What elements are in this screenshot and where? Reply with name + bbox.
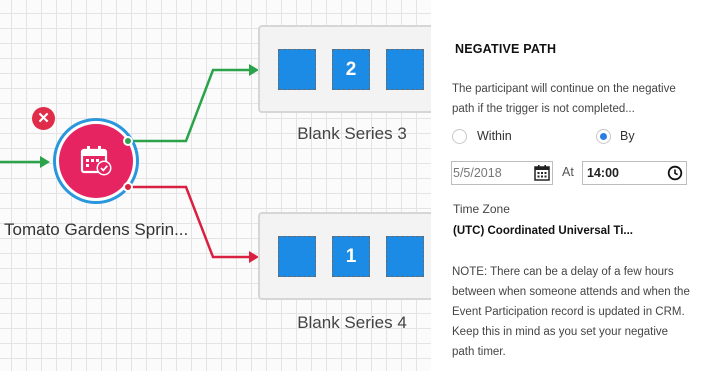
series-tile[interactable] [278,49,316,90]
series-tile[interactable] [386,236,424,277]
time-value: 14:00 [587,166,619,180]
series-tile-badge[interactable]: 1 [332,236,370,277]
time-input[interactable]: 14:00 [582,161,687,185]
positive-output-port[interactable] [123,136,133,146]
series-tile-badge[interactable]: 2 [332,49,370,90]
date-value: 5/5/2018 [453,166,502,180]
series-card-blank-series-4[interactable]: 1 [258,212,431,300]
close-icon: ✕ [37,110,50,127]
delay-note: NOTE: There can be a delay of a few hour… [452,266,690,358]
series-label: Blank Series 3 [297,124,407,143]
timezone-label: Time Zone [453,202,510,216]
panel-title: NEGATIVE PATH [455,42,557,56]
by-radio[interactable] [596,129,611,144]
by-radio-label[interactable]: By [620,129,635,143]
timezone-value[interactable]: (UTC) Coordinated Universal Ti... [453,225,633,237]
incoming-arrowhead [40,156,50,168]
panel-description: The participant will continue on the neg… [452,83,676,115]
calendar-check-icon [80,146,112,176]
calendar-icon[interactable] [533,164,551,182]
series-label: Blank Series 4 [297,313,407,332]
series-tile[interactable] [386,49,424,90]
series-tile[interactable] [278,236,316,277]
journey-canvas[interactable]: 2 Blank Series 3 1 Blank Series 4 ✕ Toma… [0,0,431,371]
series-card-blank-series-3[interactable]: 2 [258,25,431,113]
within-radio-label[interactable]: Within [477,129,512,143]
date-input[interactable]: 5/5/2018 [451,161,553,185]
positive-path-connector [128,68,254,143]
at-label: At [562,165,574,179]
remove-node-button[interactable]: ✕ [32,107,55,130]
event-node-fill [59,124,133,198]
within-radio[interactable] [452,129,467,144]
event-node-label: Tomato Gardens Sprin... [4,220,189,239]
negative-output-port[interactable] [123,182,133,192]
clock-icon[interactable] [667,165,683,181]
